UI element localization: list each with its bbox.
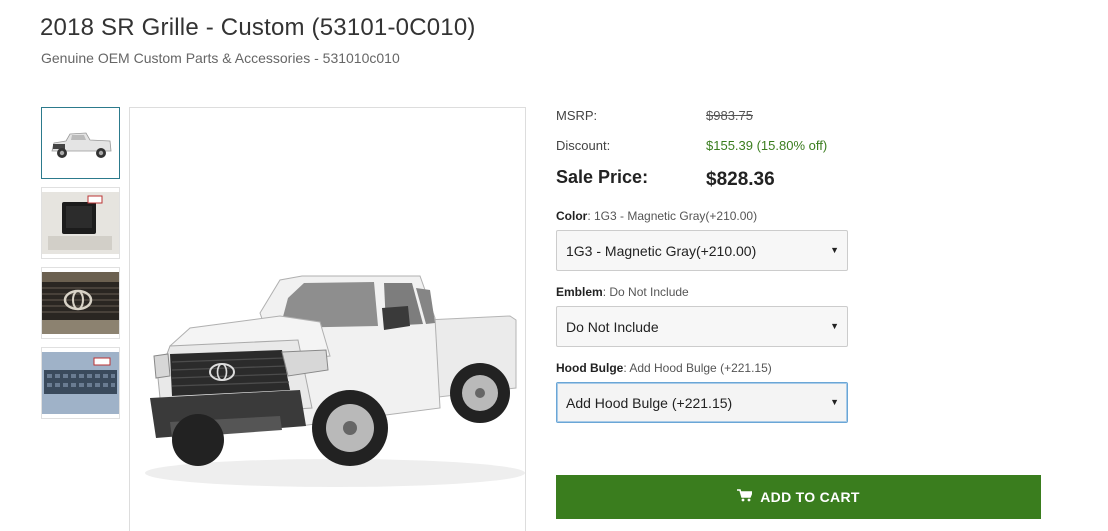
- cart-icon: [737, 489, 754, 505]
- emblem-select[interactable]: Do Not Include ▼: [556, 306, 848, 347]
- color-label-name: Color: [556, 209, 588, 223]
- hood-bulge-option-label: Hood Bulge: Add Hood Bulge (+221.15): [556, 361, 848, 375]
- add-to-cart-button[interactable]: ADD TO CART: [556, 475, 1041, 519]
- pricing-panel: MSRP: $983.75 Discount: $155.39 (15.80% …: [556, 105, 1056, 205]
- thumbnail-grille-install[interactable]: [41, 347, 120, 419]
- emblem-select-value: Do Not Include: [566, 319, 659, 335]
- discount-row: Discount: $155.39 (15.80% off): [556, 135, 1056, 165]
- sale-price-label: Sale Price:: [556, 167, 649, 187]
- thumbnail-grille-emblem[interactable]: [41, 267, 120, 339]
- chevron-down-icon: ▼: [830, 321, 839, 331]
- msrp-label: MSRP:: [556, 108, 598, 123]
- emblem-option: Emblem: Do Not Include Do Not Include ▼: [556, 285, 848, 347]
- emblem-label-name: Emblem: [556, 285, 603, 299]
- thumbnail-truck[interactable]: [41, 107, 120, 179]
- msrp-value: $983.75: [706, 108, 753, 123]
- chevron-down-icon: ▼: [830, 245, 839, 255]
- hood-bulge-option: Hood Bulge: Add Hood Bulge (+221.15) Add…: [556, 361, 848, 423]
- sale-price-row: Sale Price: $828.36: [556, 165, 1056, 205]
- discount-value: $155.39 (15.80% off): [706, 138, 828, 153]
- color-select[interactable]: 1G3 - Magnetic Gray(+210.00) ▼: [556, 230, 848, 271]
- thumbnail-grille-package[interactable]: [41, 187, 120, 259]
- emblem-option-label: Emblem: Do Not Include: [556, 285, 848, 299]
- page-title: 2018 SR Grille - Custom (53101-0C010): [40, 14, 476, 41]
- main-product-image: [129, 107, 526, 531]
- hood-bulge-label-name: Hood Bulge: [556, 361, 624, 375]
- sale-price-value: $828.36: [706, 169, 775, 190]
- thumbnail-list: [41, 107, 120, 427]
- hood-bulge-current-value: : Add Hood Bulge (+221.15): [623, 361, 772, 375]
- color-current-value: : 1G3 - Magnetic Gray(+210.00): [587, 209, 758, 223]
- product-subtitle: Genuine OEM Custom Parts & Accessories -…: [41, 50, 400, 66]
- emblem-current-value: : Do Not Include: [602, 285, 689, 299]
- color-option: Color: 1G3 - Magnetic Gray(+210.00) 1G3 …: [556, 209, 848, 271]
- truck-image: [145, 275, 525, 487]
- hood-bulge-select-value: Add Hood Bulge (+221.15): [566, 395, 733, 411]
- color-select-value: 1G3 - Magnetic Gray(+210.00): [566, 243, 757, 259]
- add-to-cart-label: ADD TO CART: [760, 489, 860, 505]
- hood-bulge-select[interactable]: Add Hood Bulge (+221.15) ▼: [556, 382, 848, 423]
- discount-label: Discount:: [556, 138, 611, 153]
- chevron-down-icon: ▼: [830, 397, 839, 407]
- color-option-label: Color: 1G3 - Magnetic Gray(+210.00): [556, 209, 848, 223]
- msrp-row: MSRP: $983.75: [556, 105, 1056, 135]
